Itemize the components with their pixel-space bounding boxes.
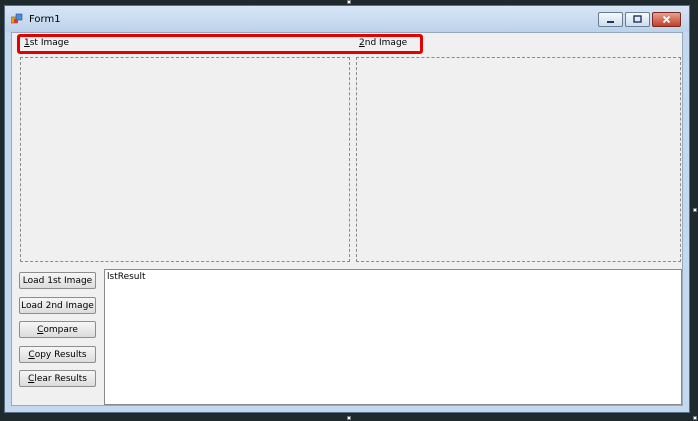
form-window: Form1 1st Image 2nd Image Load 1st Image… <box>4 5 690 413</box>
title-bar[interactable]: Form1 <box>5 6 689 32</box>
listbox-name-text: lstResult <box>107 272 146 282</box>
resize-handle-corner[interactable] <box>693 416 697 420</box>
load-1st-image-button[interactable]: Load 1st Image <box>19 272 96 289</box>
window-controls <box>598 12 681 27</box>
form-client-area: 1st Image 2nd Image Load 1st Image Load … <box>11 32 683 406</box>
label-1st-image: 1st Image <box>24 38 69 48</box>
result-listbox[interactable]: lstResult <box>104 269 682 405</box>
load-2nd-image-button[interactable]: Load 2nd Image <box>19 297 96 314</box>
picture-box-1st-image <box>20 57 350 262</box>
resize-handle-top[interactable] <box>347 0 351 4</box>
resize-handle-bottom[interactable] <box>347 416 351 420</box>
minimize-button[interactable] <box>598 12 623 27</box>
close-button[interactable] <box>652 12 681 27</box>
compare-button[interactable]: Compare <box>19 321 96 338</box>
maximize-button[interactable] <box>625 12 650 27</box>
form-app-icon <box>11 13 23 24</box>
clear-results-button[interactable]: Clear Results <box>19 370 96 387</box>
picture-box-2nd-image <box>356 57 681 262</box>
copy-results-button[interactable]: Copy Results <box>19 346 96 363</box>
resize-handle-right[interactable] <box>693 208 697 212</box>
window-title: Form1 <box>29 14 61 25</box>
label-2nd-image: 2nd Image <box>359 38 408 48</box>
maximize-icon <box>633 15 642 23</box>
close-icon <box>662 15 671 24</box>
minimize-icon <box>607 21 614 23</box>
